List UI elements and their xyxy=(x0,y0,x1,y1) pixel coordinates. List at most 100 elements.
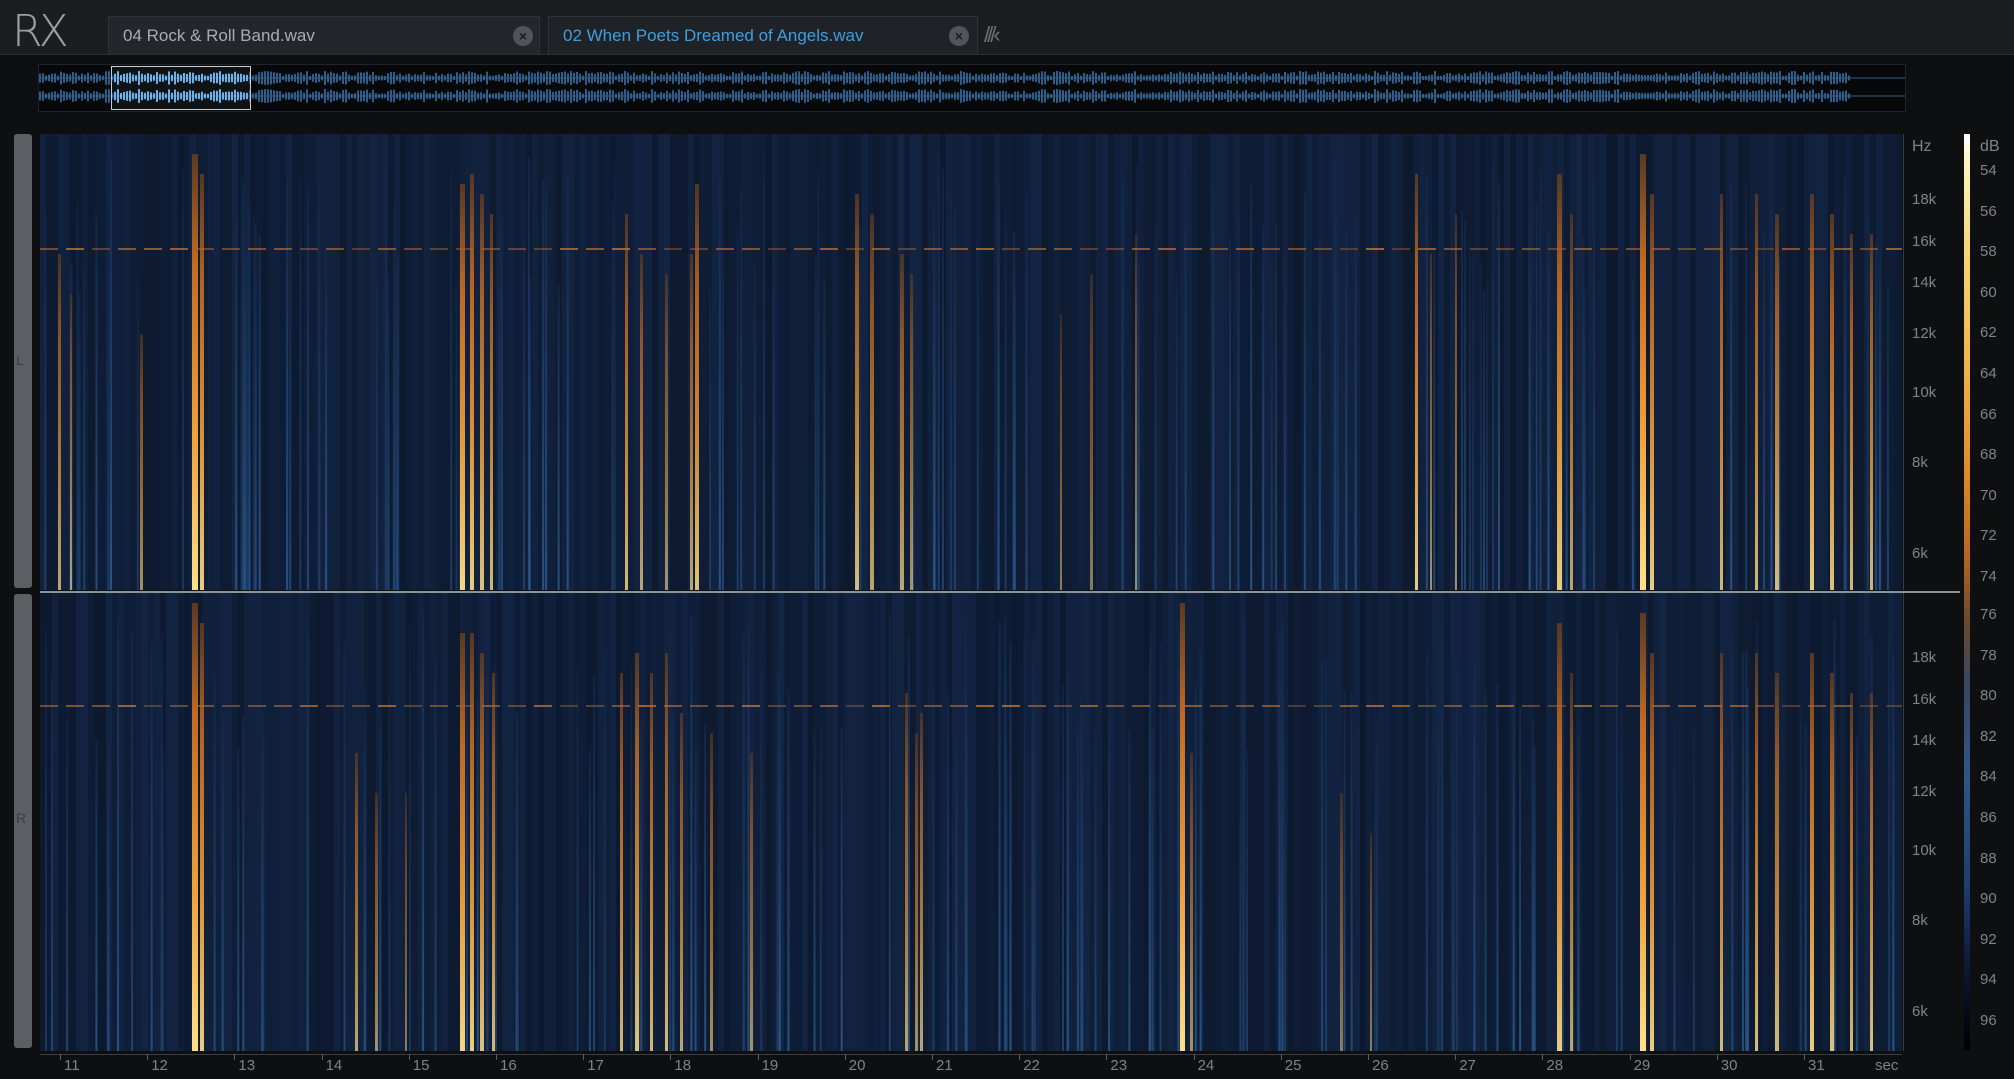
spectrogram-hum-line xyxy=(690,705,708,707)
overview-waveform-bar xyxy=(759,75,761,81)
spectrogram-transient xyxy=(486,676,489,1051)
spectrogram-right[interactable] xyxy=(40,593,1902,1051)
overview-waveform-bar xyxy=(1722,73,1724,83)
overview-waveform-bar xyxy=(1650,93,1652,99)
overview-waveform-bar xyxy=(957,74,959,82)
overview-waveform-bar xyxy=(1731,90,1733,102)
tab-label: 04 Rock & Roll Band.wav xyxy=(123,26,315,45)
spectrogram-transient xyxy=(1855,736,1858,1051)
spectrogram-noise xyxy=(1684,134,1690,590)
overview-waveform-bar xyxy=(279,91,281,101)
spectrogram-transient xyxy=(1177,619,1180,1051)
overview-waveform-bar xyxy=(1233,92,1235,100)
overview-waveform-bar xyxy=(879,73,881,83)
spectrogram-hum-line xyxy=(378,705,396,707)
overview-waveform-bar xyxy=(594,92,596,100)
spectrogram-energy-band xyxy=(1755,194,1758,590)
time-tick-label: 24 xyxy=(1197,1057,1215,1074)
overview-waveform-bar xyxy=(1539,92,1541,100)
spectrogram-noise xyxy=(1510,134,1516,590)
spectrogram-noise xyxy=(214,134,220,590)
overview-waveform-bar xyxy=(591,72,593,84)
overview-waveform-bar xyxy=(1464,73,1466,83)
frequency-tick-left-2: 14k xyxy=(1912,274,1937,291)
frequency-tick-right-5: 8k xyxy=(1912,912,1928,929)
time-tick-line xyxy=(1193,1054,1195,1060)
spectrogram-noise xyxy=(844,593,850,1051)
spectrogram-energy-band xyxy=(490,214,493,590)
overview-waveform-bar xyxy=(921,72,923,84)
spectrogram-noise xyxy=(226,593,232,1051)
spectrogram-noise xyxy=(1666,593,1672,1051)
overview-waveform-bar xyxy=(807,71,809,85)
spectrogram-noise xyxy=(1402,134,1408,590)
overview-waveform-bar xyxy=(519,73,521,83)
spectrogram-transient xyxy=(299,177,302,590)
spectrogram-noise xyxy=(1708,593,1714,1051)
spectrogram-hum-line xyxy=(222,248,240,250)
overview-waveform-bar xyxy=(972,93,974,99)
spectrogram-hum-line xyxy=(1210,705,1228,707)
overview-waveform-bar xyxy=(1065,91,1067,101)
overview-waveform-bar xyxy=(291,74,293,82)
overview-waveform-bar xyxy=(984,74,986,82)
spectrogram-energy-band xyxy=(375,793,378,1051)
tab-overflow-icon[interactable]: ///‹ xyxy=(984,22,1001,48)
spectrogram-noise xyxy=(1162,593,1168,1051)
tab-when-poets-dreamed-of-angels[interactable]: 02 When Poets Dreamed of Angels.wav × xyxy=(548,16,978,54)
spectrogram-hum-line xyxy=(768,248,786,250)
channel-label-right: R xyxy=(16,810,27,826)
spectrogram-transient xyxy=(150,643,153,1051)
overview-waveform-bar xyxy=(507,91,509,101)
overview-waveform-bar xyxy=(741,71,743,85)
spectrogram-noise xyxy=(628,134,634,590)
overview-waveform-bar xyxy=(723,92,725,100)
overview-waveform-bar xyxy=(1116,92,1118,100)
spectrogram-left[interactable] xyxy=(40,134,1902,590)
spectrogram-noise xyxy=(562,593,568,1051)
overview-waveform-bar xyxy=(1533,90,1535,102)
overview-selection[interactable] xyxy=(111,66,251,110)
spectrogram-noise xyxy=(280,593,286,1051)
spectrogram-noise xyxy=(1714,593,1720,1051)
overview-waveform-bar xyxy=(1623,91,1625,101)
overview-waveform-bar xyxy=(1110,92,1112,100)
spectrogram-transient xyxy=(289,279,291,590)
overview-waveform-bar xyxy=(543,73,545,83)
waveform-overview[interactable] xyxy=(38,64,1906,112)
overview-waveform-bar xyxy=(798,89,800,103)
overview-waveform-bar xyxy=(1683,74,1685,82)
tab-rock-and-roll-band[interactable]: 04 Rock & Roll Band.wav × xyxy=(108,16,540,54)
spectrogram-transient xyxy=(576,667,579,1051)
spectrogram-noise xyxy=(682,134,688,590)
overview-waveform-bar xyxy=(414,74,416,82)
overview-waveform-bar xyxy=(294,92,296,100)
spectrogram-transient xyxy=(1440,631,1443,1051)
overview-waveform-bar xyxy=(1416,71,1418,85)
spectrogram-noise xyxy=(934,593,940,1051)
overview-waveform-bar xyxy=(1635,92,1637,100)
overview-waveform-bar xyxy=(768,75,770,81)
time-tick-label: 14 xyxy=(325,1057,343,1074)
overview-waveform-bar xyxy=(1245,72,1247,84)
close-icon[interactable]: × xyxy=(513,26,533,46)
spectrogram-transient xyxy=(1212,187,1215,590)
overview-waveform-bar xyxy=(1509,91,1511,101)
overview-waveform-bar xyxy=(627,90,629,102)
overview-waveform-bar xyxy=(963,71,965,85)
spectrogram-hum-line xyxy=(1496,248,1514,250)
overview-waveform-bar xyxy=(87,72,89,84)
overview-waveform-bar xyxy=(417,74,419,82)
overview-waveform-bar xyxy=(1263,90,1265,102)
spectrogram-noise xyxy=(958,593,964,1051)
overview-waveform-bar xyxy=(1155,93,1157,99)
overview-waveform-bar xyxy=(906,74,908,82)
close-icon[interactable]: × xyxy=(949,26,969,46)
spectrogram-energy-band xyxy=(915,733,918,1051)
spectrogram-transient xyxy=(248,203,251,590)
spectrogram-hum-line xyxy=(820,705,838,707)
spectrogram-energy-band xyxy=(910,274,913,590)
overview-waveform-bar xyxy=(609,71,611,85)
spectrogram-transient xyxy=(1469,237,1472,590)
spectrogram-transient xyxy=(1731,632,1734,1051)
